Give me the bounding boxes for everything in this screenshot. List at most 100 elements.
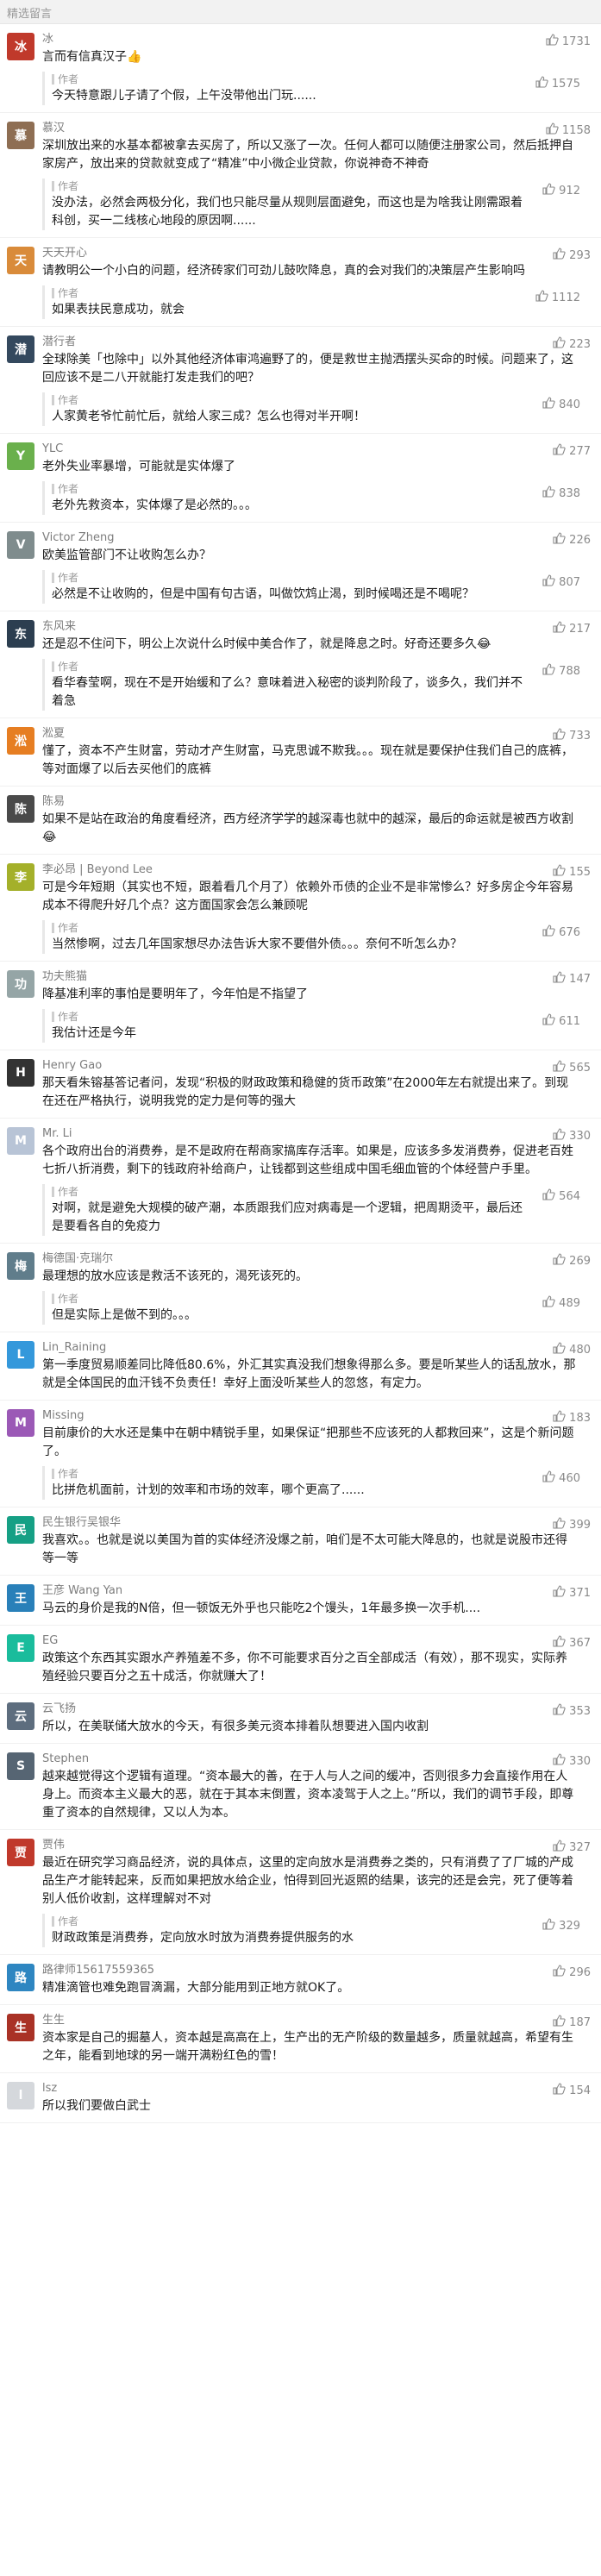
like-button[interactable]: 147 xyxy=(552,970,591,987)
avatar[interactable]: 路 xyxy=(7,1964,34,1991)
thumbs-up-icon xyxy=(552,1752,566,1770)
avatar[interactable]: 冰 xyxy=(7,33,34,60)
reply-like-button[interactable]: 838 xyxy=(542,485,580,502)
like-button[interactable]: 353 xyxy=(552,1702,591,1720)
commenter-name[interactable]: 生生 xyxy=(42,2012,591,2029)
avatar[interactable]: 潜 xyxy=(7,335,34,363)
like-button[interactable]: 565 xyxy=(552,1059,591,1076)
commenter-name[interactable]: Victor Zheng xyxy=(42,530,591,547)
avatar[interactable]: 淞 xyxy=(7,727,34,755)
commenter-name[interactable]: 东风来 xyxy=(42,618,591,636)
like-button[interactable]: 399 xyxy=(552,1516,591,1533)
reply-like-button[interactable]: 840 xyxy=(542,396,580,413)
like-button[interactable]: 187 xyxy=(552,2014,591,2031)
avatar[interactable]: 王 xyxy=(7,1584,34,1612)
reply-like-button[interactable]: 788 xyxy=(542,662,580,680)
avatar[interactable]: V xyxy=(7,531,34,559)
reply-text: 财政政策是消费券，定向放水时放为消费券提供服务的水 xyxy=(52,1931,354,1945)
reply-like-button[interactable]: 611 xyxy=(542,1012,580,1030)
author-reply: 作者 807 必然是不让收购的，但是中国有句古语，叫做饮鸩止渴，到时候喝还是不喝呢？ xyxy=(42,570,591,604)
like-count: 733 xyxy=(569,729,591,743)
commenter-name[interactable]: Mr. Li xyxy=(42,1125,591,1143)
like-button[interactable]: 277 xyxy=(552,442,591,460)
avatar[interactable]: 天 xyxy=(7,247,34,274)
avatar[interactable]: 贾 xyxy=(7,1839,34,1866)
commenter-name[interactable]: Lin_Raining xyxy=(42,1339,591,1357)
reply-like-button[interactable]: 460 xyxy=(542,1470,580,1487)
like-button[interactable]: 330 xyxy=(552,1127,591,1144)
commenter-name[interactable]: EG xyxy=(42,1633,591,1650)
commenter-name[interactable]: 李必昂 | Beyond Lee xyxy=(42,862,591,879)
reply-like-button[interactable]: 1575 xyxy=(535,75,580,92)
commenter-name[interactable]: 天天开心 xyxy=(42,245,591,262)
avatar[interactable]: M xyxy=(7,1409,34,1437)
commenter-name[interactable]: 陈易 xyxy=(42,793,591,811)
like-button[interactable]: 1731 xyxy=(545,33,591,50)
like-button[interactable]: 371 xyxy=(552,1584,591,1601)
avatar[interactable]: M xyxy=(7,1127,34,1155)
like-button[interactable]: 367 xyxy=(552,1634,591,1652)
avatar[interactable]: 李 xyxy=(7,863,34,891)
avatar[interactable]: E xyxy=(7,1634,34,1662)
like-button[interactable]: 733 xyxy=(552,727,591,744)
commenter-name[interactable]: 冰 xyxy=(42,31,591,48)
avatar[interactable]: 陈 xyxy=(7,795,34,823)
avatar[interactable]: H xyxy=(7,1059,34,1087)
reply-like-button[interactable]: 1112 xyxy=(535,289,580,306)
like-button[interactable]: 330 xyxy=(552,1752,591,1770)
thumbs-up-icon xyxy=(552,2082,566,2099)
author-reply: 作者 611 我估计还是今年 xyxy=(42,1009,591,1043)
author-bar-icon xyxy=(52,1294,54,1304)
like-button[interactable]: 223 xyxy=(552,335,591,353)
comment-item: 陈陈易 如果不是站在政治的角度看经济，西方经济学学的越深毒也就中的越深，最后的命运… xyxy=(0,787,601,855)
avatar[interactable]: 慕 xyxy=(7,122,34,149)
like-button[interactable]: 217 xyxy=(552,620,591,637)
avatar[interactable]: 云 xyxy=(7,1702,34,1730)
reply-like-button[interactable]: 807 xyxy=(542,573,580,591)
like-button[interactable]: 327 xyxy=(552,1839,591,1856)
like-button[interactable]: 269 xyxy=(552,1252,591,1269)
avatar[interactable]: 梅 xyxy=(7,1252,34,1280)
like-button[interactable]: 183 xyxy=(552,1409,591,1426)
avatar[interactable]: 功 xyxy=(7,970,34,998)
commenter-name[interactable]: 贾伟 xyxy=(42,1837,591,1854)
like-button[interactable]: 154 xyxy=(552,2082,591,2099)
commenter-name[interactable]: Stephen xyxy=(42,1751,591,1768)
avatar[interactable]: 东 xyxy=(7,620,34,648)
commenter-name[interactable]: 淞夏 xyxy=(42,725,591,743)
reply-like-count: 676 xyxy=(559,925,580,939)
avatar[interactable]: Y xyxy=(7,442,34,470)
avatar[interactable]: 民 xyxy=(7,1516,34,1544)
thumbs-up-icon xyxy=(552,2014,566,2031)
commenter-name[interactable]: 云飞扬 xyxy=(42,1701,591,1718)
reply-like-button[interactable]: 564 xyxy=(542,1188,580,1205)
comment-item: 潜潜行者 223 全球除美「也除中」以外其他经济体审鸿遍野了的，便是救世主抛洒摆头买… xyxy=(0,327,601,434)
like-button[interactable]: 155 xyxy=(552,863,591,881)
commenter-name[interactable]: 慕汉 xyxy=(42,120,591,137)
avatar[interactable]: L xyxy=(7,1341,34,1369)
commenter-name[interactable]: lsz xyxy=(42,2080,591,2097)
commenter-name[interactable]: 功夫熊猫 xyxy=(42,968,591,986)
reply-like-count: 611 xyxy=(559,1014,580,1028)
like-button[interactable]: 296 xyxy=(552,1964,591,1981)
commenter-name[interactable]: 潜行者 xyxy=(42,334,591,351)
commenter-name[interactable]: 民生银行吴银华 xyxy=(42,1514,591,1532)
commenter-name[interactable]: YLC xyxy=(42,441,591,458)
like-button[interactable]: 226 xyxy=(552,531,591,548)
like-button[interactable]: 480 xyxy=(552,1341,591,1358)
avatar[interactable]: l xyxy=(7,2082,34,2109)
like-button[interactable]: 293 xyxy=(552,247,591,264)
like-count: 1158 xyxy=(561,123,591,137)
commenter-name[interactable]: Missing xyxy=(42,1407,591,1425)
like-button[interactable]: 1158 xyxy=(545,122,591,139)
avatar[interactable]: S xyxy=(7,1752,34,1780)
reply-like-button[interactable]: 329 xyxy=(542,1917,580,1934)
commenter-name[interactable]: 王彦 Wang Yan xyxy=(42,1583,591,1600)
avatar[interactable]: 生 xyxy=(7,2014,34,2041)
reply-like-button[interactable]: 489 xyxy=(542,1294,580,1312)
commenter-name[interactable]: 路律师15617559365 xyxy=(42,1962,591,1979)
commenter-name[interactable]: 梅德国·克瑞尔 xyxy=(42,1250,591,1268)
reply-like-button[interactable]: 676 xyxy=(542,924,580,941)
reply-like-button[interactable]: 912 xyxy=(542,182,580,199)
commenter-name[interactable]: Henry Gao xyxy=(42,1057,591,1075)
